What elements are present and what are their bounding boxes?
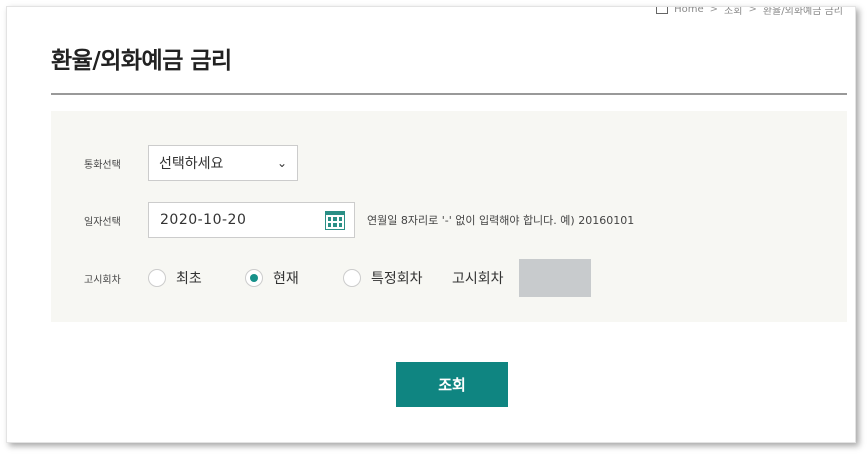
- radio-specific-label: 특정회차: [371, 271, 423, 287]
- date-label: 일자선택: [84, 216, 121, 228]
- currency-select[interactable]: 선택하세요 ⌄: [148, 145, 298, 181]
- radio-current-label: 현재: [273, 271, 299, 287]
- radio-first-label: 최초: [176, 271, 202, 287]
- exchange-rate-panel: Home > 조회 > 환율/외화예금 금리 환율/외화예금 금리 통화선택 선…: [6, 6, 856, 443]
- radio-first[interactable]: 최초: [148, 268, 202, 288]
- date-hint: 연월일 8자리로 '-' 없이 입력해야 합니다. 예) 20160101: [367, 214, 635, 227]
- breadcrumb-home[interactable]: Home: [674, 7, 704, 15]
- radio-current[interactable]: 현재: [245, 268, 299, 288]
- currency-row: 통화선택 선택하세요 ⌄: [51, 145, 847, 181]
- specific-round-label: 고시회차: [452, 271, 504, 287]
- breadcrumb-section[interactable]: 조회: [724, 7, 742, 17]
- round-label: 고시회차: [84, 274, 121, 286]
- title-divider: [51, 93, 847, 95]
- radio-specific-circle[interactable]: [343, 269, 361, 287]
- calendar-icon[interactable]: [325, 211, 345, 230]
- search-form: 통화선택 선택하세요 ⌄ 일자선택 2020-10-20 연월일 8자리로 '-…: [51, 111, 847, 322]
- breadcrumb: Home > 조회 > 환율/외화예금 금리: [656, 6, 843, 17]
- page-title: 환율/외화예금 금리: [51, 48, 232, 74]
- chevron-down-icon: ⌄: [276, 156, 287, 170]
- date-input-value: 2020-10-20: [160, 212, 247, 228]
- radio-first-circle[interactable]: [148, 269, 166, 287]
- currency-label: 통화선택: [84, 159, 121, 171]
- breadcrumb-separator: >: [709, 6, 719, 15]
- breadcrumb-current: 환율/외화예금 금리: [762, 6, 843, 17]
- radio-current-circle[interactable]: [245, 269, 263, 287]
- date-row: 일자선택 2020-10-20 연월일 8자리로 '-' 없이 입력해야 합니다…: [51, 202, 847, 238]
- radio-specific[interactable]: 특정회차: [343, 268, 423, 288]
- date-input[interactable]: 2020-10-20: [148, 202, 355, 238]
- round-row: 고시회차 최초 현재 특정회차 고시회차: [51, 259, 847, 297]
- breadcrumb-separator: >: [748, 6, 757, 15]
- currency-selected-value: 선택하세요: [159, 156, 224, 172]
- specific-round-input[interactable]: [519, 259, 591, 297]
- query-button[interactable]: 조회: [396, 362, 508, 407]
- home-icon[interactable]: [656, 7, 669, 14]
